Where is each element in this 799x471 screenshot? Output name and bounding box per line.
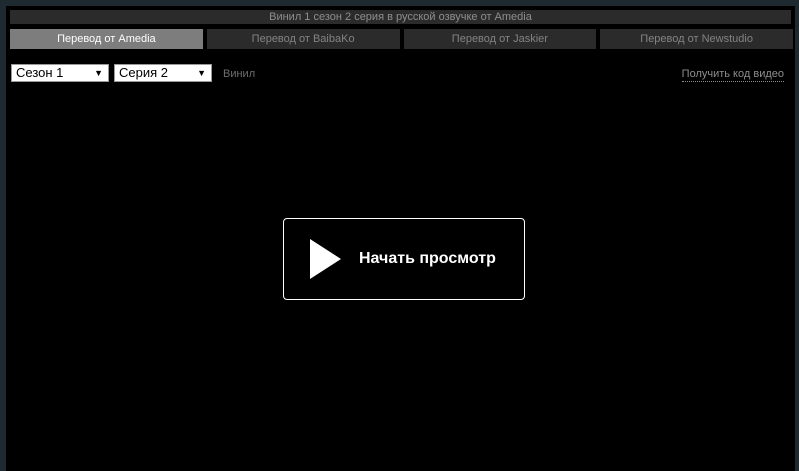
tab-translation-amedia[interactable]: Перевод от Amedia: [10, 29, 203, 49]
tab-translation-baibako[interactable]: Перевод от BaibaKo: [206, 29, 400, 49]
chevron-down-icon: ▼: [197, 68, 206, 78]
show-name: Винил: [223, 68, 256, 80]
get-embed-code-link[interactable]: Получить код видео: [681, 67, 784, 82]
start-watching-label: Начать просмотр: [359, 250, 496, 267]
play-icon: [310, 239, 341, 279]
player-title: Винил 1 сезон 2 серия в русской озвучке …: [10, 10, 791, 24]
episode-select-value: Серия 2: [119, 65, 168, 80]
translation-tabs: Перевод от Amedia Перевод от BaibaKo Пер…: [10, 29, 793, 49]
video-player: Винил 1 сезон 2 серия в русской озвучке …: [6, 6, 795, 471]
season-select[interactable]: Сезон 1 ▼: [11, 64, 109, 82]
chevron-down-icon: ▼: [94, 68, 103, 78]
start-watching-button[interactable]: Начать просмотр: [283, 218, 525, 300]
tab-translation-newstudio[interactable]: Перевод от Newstudio: [600, 29, 793, 49]
tab-translation-jaskier[interactable]: Перевод от Jaskier: [403, 29, 597, 49]
season-select-value: Сезон 1: [16, 65, 64, 80]
episode-select[interactable]: Серия 2 ▼: [114, 64, 212, 82]
